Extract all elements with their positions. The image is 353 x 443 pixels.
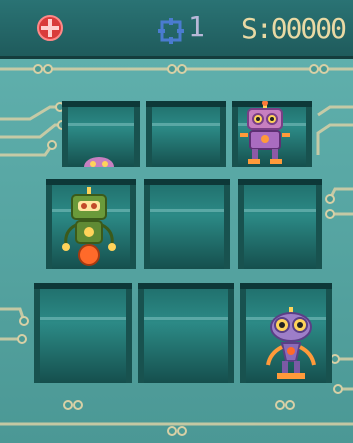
game-board	[0, 59, 353, 443]
crosshair-icon	[158, 18, 184, 44]
score-display: S:00000	[241, 12, 347, 45]
pit-r2-c3[interactable]	[238, 179, 322, 269]
purple-robot[interactable]	[262, 307, 320, 385]
robot-peeking[interactable]	[82, 155, 116, 167]
pit-r1-c1[interactable]	[62, 101, 140, 167]
pit-r2-c2[interactable]	[144, 179, 230, 269]
green-robot[interactable]	[58, 187, 120, 269]
pit-r1-c2[interactable]	[146, 101, 226, 167]
pink-robot[interactable]	[236, 101, 294, 167]
pit-r3-c1[interactable]	[34, 283, 132, 383]
game-screen: 1 S:00000	[0, 0, 353, 443]
crosshair-count: 1	[188, 10, 205, 43]
pit-r3-c2[interactable]	[138, 283, 234, 383]
hud-bar: 1 S:00000	[0, 0, 353, 59]
red-target-icon	[37, 15, 63, 41]
